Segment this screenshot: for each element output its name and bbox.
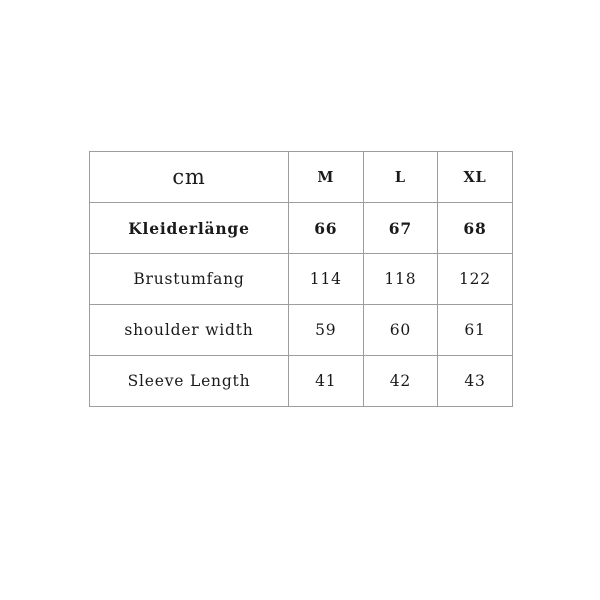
table-row: shoulder width 59 60 61 [89, 304, 513, 356]
table-row: Kleiderlänge 66 67 68 [89, 202, 513, 254]
table-header-row: cm M L XL [89, 151, 513, 203]
size-header-xl: XL [437, 151, 513, 203]
size-header-l: L [362, 151, 439, 203]
row-label-dress-length: Kleiderlänge [89, 202, 289, 254]
table-row: Sleeve Length 41 42 43 [89, 355, 513, 407]
size-chart-page: cm M L XL Kleiderlänge 66 67 68 Brustumf… [0, 0, 600, 600]
row-label-sleeve-length: Sleeve Length [89, 355, 289, 407]
cell-shoulder-width-xl: 61 [437, 304, 513, 356]
cell-sleeve-length-m: 41 [288, 355, 364, 407]
cell-chest-m: 114 [288, 253, 364, 305]
size-header-m: M [288, 151, 364, 203]
cell-sleeve-length-l: 42 [362, 355, 439, 407]
cell-sleeve-length-xl: 43 [437, 355, 513, 407]
cell-dress-length-m: 66 [288, 202, 364, 254]
row-label-chest: Brustumfang [89, 253, 289, 305]
table-row: Brustumfang 114 118 122 [89, 253, 513, 305]
unit-header-cell: cm [89, 151, 289, 203]
cell-dress-length-xl: 68 [437, 202, 513, 254]
cell-dress-length-l: 67 [362, 202, 439, 254]
cell-shoulder-width-m: 59 [288, 304, 364, 356]
cell-shoulder-width-l: 60 [362, 304, 439, 356]
size-chart-table: cm M L XL Kleiderlänge 66 67 68 Brustumf… [89, 151, 513, 407]
row-label-shoulder-width: shoulder width [89, 304, 289, 356]
cell-chest-l: 118 [362, 253, 439, 305]
cell-chest-xl: 122 [437, 253, 513, 305]
